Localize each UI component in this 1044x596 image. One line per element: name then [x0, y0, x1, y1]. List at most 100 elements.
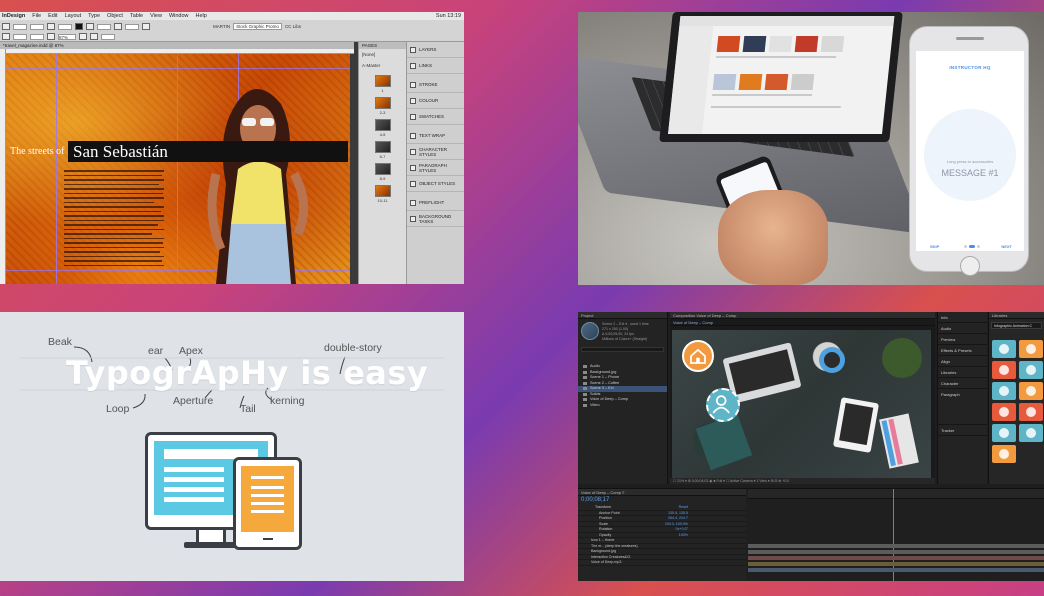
panel-align[interactable]: Align: [938, 356, 987, 367]
cover-photo-woman[interactable]: [186, 74, 326, 284]
panel-info[interactable]: Info: [938, 312, 987, 323]
shear-icon[interactable]: [47, 33, 55, 40]
menu-view[interactable]: View: [150, 13, 162, 19]
composition-tab[interactable]: Composition Voice of Deep – Comp: [670, 312, 935, 319]
library-asset[interactable]: [992, 445, 1016, 463]
menu-object[interactable]: Object: [107, 13, 123, 19]
document-tab[interactable]: *travel_magazine.indd @ 87%: [0, 42, 354, 49]
panel-preflight[interactable]: PREFLIGHT: [407, 195, 464, 211]
composition-subtab[interactable]: Voice of Deep – Comp: [670, 319, 935, 326]
stroke-swatch-icon[interactable]: [86, 23, 94, 30]
page-thumbnail[interactable]: [374, 75, 391, 87]
library-asset[interactable]: [992, 340, 1016, 358]
panel-audio[interactable]: Audio: [938, 323, 987, 334]
x-field[interactable]: [13, 23, 27, 30]
next-button[interactable]: NEXT: [1001, 244, 1012, 249]
stock-search-input[interactable]: Stock Graphic Promo: [233, 23, 282, 30]
library-asset[interactable]: [1019, 382, 1043, 400]
timeline-tracks[interactable]: [748, 489, 1044, 581]
library-asset[interactable]: [992, 403, 1016, 421]
composition-viewer[interactable]: [672, 330, 931, 478]
width-field[interactable]: [30, 23, 44, 30]
libraries-tab[interactable]: Libraries: [989, 312, 1044, 319]
headline-prefix[interactable]: The streets of: [10, 146, 64, 157]
pagination-dot[interactable]: [964, 245, 967, 248]
pages-master-a[interactable]: A-Master: [359, 60, 406, 71]
panel-character-styles[interactable]: CHARACTER STYLES: [407, 144, 464, 160]
library-select[interactable]: Infographic Animation C: [991, 322, 1042, 329]
library-asset[interactable]: [992, 382, 1016, 400]
menu-app-indesign[interactable]: InDesign: [2, 13, 25, 19]
select-container-icon[interactable]: [90, 33, 98, 40]
library-asset[interactable]: [1019, 340, 1043, 358]
library-asset[interactable]: [1019, 403, 1043, 421]
cc-libraries-button[interactable]: CC Libs: [285, 24, 301, 29]
panel-paragraph[interactable]: Paragraph: [938, 389, 987, 425]
rotate-icon[interactable]: [47, 23, 55, 30]
library-asset[interactable]: [1019, 424, 1043, 442]
library-asset[interactable]: [992, 424, 1016, 442]
fill-swatch-icon[interactable]: [75, 23, 83, 30]
opacity-field[interactable]: [125, 23, 139, 30]
menu-table[interactable]: Table: [130, 13, 143, 19]
stroke-weight-field[interactable]: [97, 23, 111, 30]
pagination-dot[interactable]: [977, 245, 980, 248]
panel-colour[interactable]: COLOUR: [407, 93, 464, 109]
pages-panel-header[interactable]: PAGES: [359, 42, 406, 49]
panel-layers[interactable]: LAYERS: [407, 42, 464, 58]
menu-edit[interactable]: Edit: [48, 13, 57, 19]
layer-row[interactable]: Voice of Deep.mp3: [578, 560, 746, 566]
panel-swatches[interactable]: SWATCHES: [407, 109, 464, 125]
project-tab[interactable]: Project: [578, 312, 667, 319]
iphone-home-button[interactable]: [960, 256, 980, 276]
viewer-toolbar[interactable]: ☐ 21% ▾ ⊞ 0;00;04;03 ◉ ♣ Full ▾ ☐ Active…: [670, 478, 935, 484]
scale-field[interactable]: [58, 23, 72, 30]
timecode[interactable]: 0;00;08;17: [578, 496, 746, 505]
panel-paragraph-styles[interactable]: PARAGRAPH STYLES: [407, 160, 464, 176]
panel-character[interactable]: Character: [938, 378, 987, 389]
headline-main[interactable]: San Sebastián: [73, 142, 168, 162]
panel-effects-presets[interactable]: Effects & Presets: [938, 345, 987, 356]
corner-field[interactable]: [101, 33, 115, 40]
flip-icon[interactable]: [79, 33, 87, 40]
panel-preview[interactable]: Preview: [938, 334, 987, 345]
page-thumbnail[interactable]: [374, 163, 391, 175]
pages-master-none[interactable]: [None]: [359, 49, 406, 60]
panel-libraries[interactable]: Libraries: [938, 367, 987, 378]
library-asset[interactable]: [1019, 361, 1043, 379]
library-asset[interactable]: [992, 361, 1016, 379]
height-field[interactable]: [30, 33, 44, 40]
workspace-switcher[interactable]: MARTIN: [213, 24, 230, 29]
page-thumbnail[interactable]: [374, 141, 391, 153]
y-field[interactable]: [13, 33, 27, 40]
menu-type[interactable]: Type: [88, 13, 100, 19]
panel-stroke[interactable]: STROKE: [407, 77, 464, 93]
menu-file[interactable]: File: [32, 13, 41, 19]
panel-object-styles[interactable]: OBJECT STYLES: [407, 176, 464, 192]
user-icon[interactable]: [706, 388, 740, 422]
align-icon[interactable]: [2, 23, 10, 30]
skip-button[interactable]: SKIP: [930, 244, 939, 249]
panel-text-wrap[interactable]: TEXT WRAP: [407, 128, 464, 144]
timeline-tab[interactable]: Voice of Deep – Comp ≡: [578, 489, 746, 496]
zoom-field[interactable]: 87%: [58, 33, 76, 40]
pagination-dots[interactable]: [964, 245, 980, 248]
body-text-column-1[interactable]: [64, 170, 164, 269]
document-canvas[interactable]: The streets of San Sebastián: [6, 54, 350, 284]
menu-layout[interactable]: Layout: [65, 13, 82, 19]
pagination-dot-active[interactable]: [969, 245, 975, 248]
menu-window[interactable]: Window: [169, 13, 189, 19]
page-thumbnail[interactable]: [374, 119, 391, 131]
panel-links[interactable]: LINKS: [407, 58, 464, 74]
page-thumbnail[interactable]: [374, 97, 391, 109]
effects-icon[interactable]: [114, 23, 122, 30]
wrap-icon[interactable]: [142, 23, 150, 30]
menu-help[interactable]: Help: [196, 13, 207, 19]
panel-tracker[interactable]: Tracker: [938, 425, 987, 436]
home-icon[interactable]: [682, 340, 714, 372]
project-item[interactable]: Video: [578, 403, 667, 409]
ref-point-icon[interactable]: [2, 33, 10, 40]
panel-background-tasks[interactable]: BACKGROUND TASKS: [407, 211, 464, 227]
page-thumbnail[interactable]: [374, 185, 391, 197]
project-search-input[interactable]: [581, 347, 664, 352]
